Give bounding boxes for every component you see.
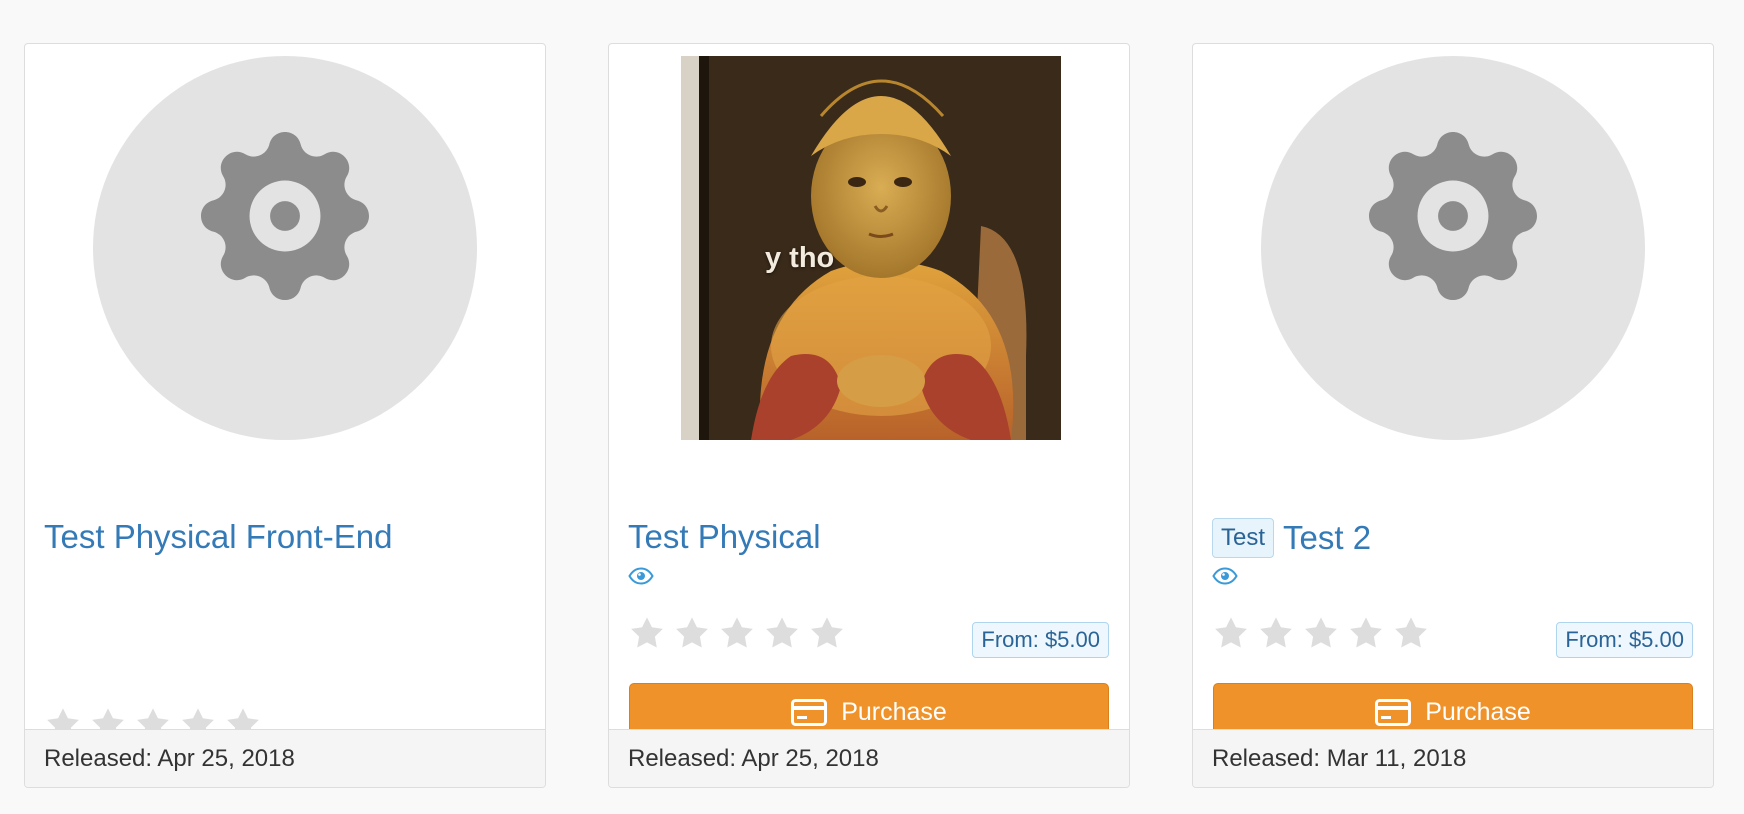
image-placeholder xyxy=(93,56,477,440)
product-title-link[interactable]: Test Physical Front-End xyxy=(44,518,392,556)
credit-card-icon xyxy=(791,699,827,726)
eye-icon[interactable] xyxy=(628,567,654,585)
eye-icon[interactable] xyxy=(1212,567,1238,585)
product-image[interactable] xyxy=(1193,56,1713,440)
price-badge: From: $5.00 xyxy=(1556,622,1693,658)
product-tag: Test xyxy=(1212,518,1275,558)
meme-illustration xyxy=(681,56,1061,440)
release-date: Released: Apr 25, 2018 xyxy=(25,729,545,787)
star-icon xyxy=(1257,615,1295,653)
star-icon xyxy=(763,615,801,653)
price-badge: From: $5.00 xyxy=(972,622,1109,658)
product-title: Test Physical Front-End xyxy=(44,518,393,555)
product-card: y tho Test Physical From: $5.00 Purchase… xyxy=(608,43,1130,788)
product-card: Test Test 2 From: $5.00 Purchase Release… xyxy=(1192,43,1714,788)
product-title-link[interactable]: Test Physical xyxy=(628,518,821,556)
product-image[interactable]: y tho xyxy=(609,56,1129,440)
product-image[interactable] xyxy=(25,56,545,440)
image-placeholder xyxy=(1261,56,1645,440)
star-icon xyxy=(628,615,666,653)
meme-caption: y tho xyxy=(765,242,835,274)
meme-image: y tho xyxy=(681,56,1061,440)
star-icon xyxy=(1392,615,1430,653)
star-icon xyxy=(673,615,711,653)
release-date: Released: Mar 11, 2018 xyxy=(1193,729,1713,787)
star-icon xyxy=(718,615,756,653)
purchase-label: Purchase xyxy=(1425,698,1531,726)
star-icon xyxy=(808,615,846,653)
product-title: Test Physical xyxy=(628,518,821,555)
star-icon xyxy=(1302,615,1340,653)
star-icon xyxy=(1347,615,1385,653)
star-rating xyxy=(1212,615,1430,653)
product-card: Test Physical Front-End Released: Apr 25… xyxy=(24,43,546,788)
gear-icon xyxy=(173,104,397,328)
gear-icon xyxy=(1341,104,1565,328)
product-title-link[interactable]: Test Test 2 xyxy=(1212,518,1371,558)
star-rating xyxy=(628,615,846,653)
product-title: Test 2 xyxy=(1283,519,1372,556)
purchase-label: Purchase xyxy=(841,698,947,726)
credit-card-icon xyxy=(1375,699,1411,726)
star-icon xyxy=(1212,615,1250,653)
release-date: Released: Apr 25, 2018 xyxy=(609,729,1129,787)
